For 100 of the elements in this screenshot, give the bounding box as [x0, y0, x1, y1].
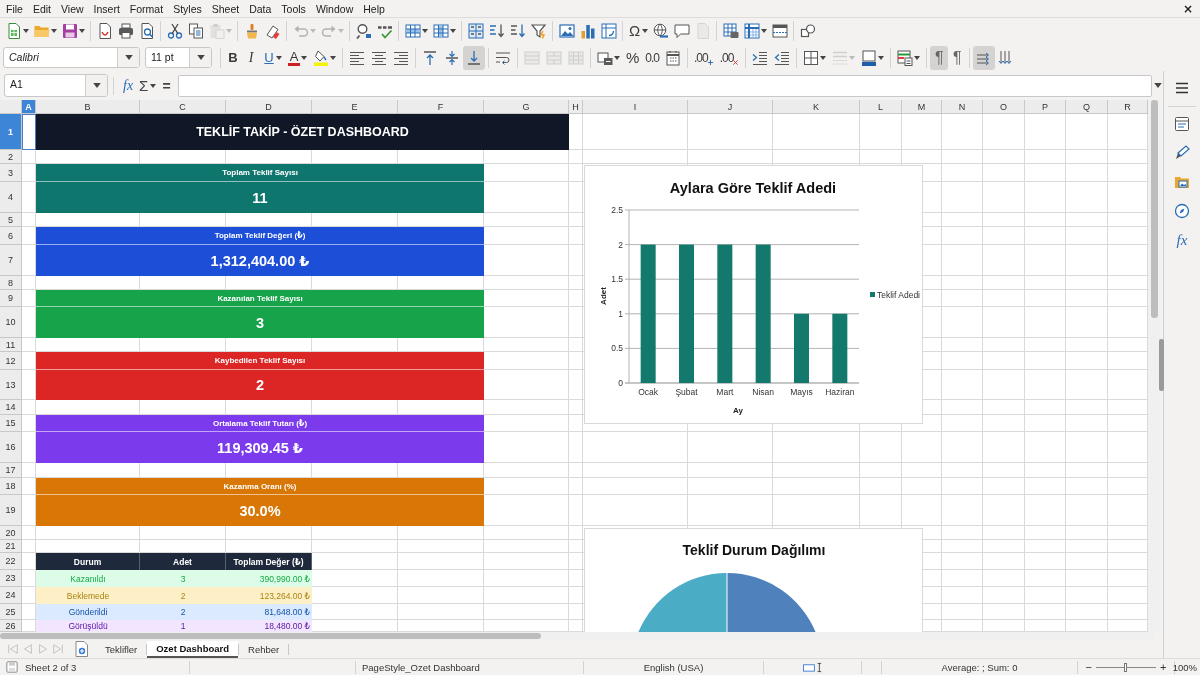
sheet-tab[interactable]: Ozet Dashboard	[147, 640, 239, 658]
column-header[interactable]: N	[942, 100, 983, 114]
sidebar-handle[interactable]	[1159, 339, 1164, 391]
row-header[interactable]: 3	[0, 164, 22, 182]
category-label: Mart	[716, 387, 734, 397]
row-header[interactable]: 18	[0, 478, 22, 495]
row-header[interactable]: 21	[0, 540, 22, 553]
column-header[interactable]: I	[583, 100, 688, 114]
row-header[interactable]: 6	[0, 227, 22, 245]
menu-item[interactable]: Format	[124, 0, 169, 17]
special-character-button[interactable]: Ω	[626, 19, 650, 43]
sheet-tab[interactable]: Teklifler	[96, 641, 147, 657]
menu-item[interactable]: Window	[310, 0, 359, 17]
font-size-field[interactable]: 11 pt	[145, 47, 212, 68]
menu-item[interactable]: View	[56, 0, 89, 17]
window-icon	[771, 23, 788, 39]
column-header[interactable]: C	[140, 100, 226, 114]
caret-icon	[124, 55, 133, 60]
menu-item[interactable]: Tools	[276, 0, 311, 17]
scrollbar-thumb[interactable]	[0, 633, 541, 639]
row-header[interactable]: 4	[0, 182, 22, 213]
right-to-left-button[interactable]: ¶	[948, 45, 967, 70]
selection-mode-icon[interactable]	[802, 661, 823, 673]
row-header[interactable]: 22	[0, 553, 22, 570]
row-header[interactable]: 23	[0, 570, 22, 587]
font-name-field[interactable]: Calibri	[3, 47, 140, 68]
font-color-button[interactable]: A	[285, 45, 310, 70]
text-horizontal-button[interactable]	[973, 45, 996, 70]
column-header[interactable]: M	[902, 100, 942, 114]
left-to-right-button[interactable]: ¶	[930, 45, 949, 70]
menu-item[interactable]: Insert	[88, 0, 125, 17]
row-header[interactable]: 7	[0, 245, 22, 276]
column-header[interactable]: R	[1108, 100, 1148, 114]
add-decimal-button[interactable]: .00	[691, 45, 717, 70]
row-header[interactable]: 11	[0, 338, 22, 352]
slider-thumb[interactable]	[1124, 662, 1127, 672]
number-button[interactable]: 0.0	[642, 45, 663, 70]
bold-button[interactable]: B	[224, 45, 242, 70]
column-header[interactable]: D	[226, 100, 312, 114]
caret-icon	[914, 55, 921, 60]
row-header[interactable]: 17	[0, 463, 22, 478]
row-header[interactable]: 8	[0, 276, 22, 290]
row-header[interactable]: 10	[0, 307, 22, 338]
add-sheet-button[interactable]	[74, 641, 90, 657]
row-header[interactable]: 26	[0, 620, 22, 632]
column-header[interactable]: O	[983, 100, 1025, 114]
formula-input[interactable]	[177, 74, 1152, 97]
zoom-out-button[interactable]: −	[1084, 661, 1093, 673]
column-header[interactable]: B	[36, 100, 140, 114]
sum-button[interactable]: Σ	[136, 74, 160, 97]
menu-item[interactable]: Edit	[27, 0, 56, 17]
column-header[interactable]: A	[22, 100, 36, 114]
kpi-label: Toplam Teklif Değeri (₺)	[36, 227, 484, 245]
row-header[interactable]: 20	[0, 526, 22, 540]
row-header[interactable]: 1	[0, 114, 22, 150]
caret-icon	[337, 29, 344, 33]
row-header[interactable]: 25	[0, 604, 22, 620]
formula-button[interactable]: =	[159, 74, 174, 97]
name-box[interactable]: A1	[4, 74, 108, 97]
column-header[interactable]: Q	[1066, 100, 1108, 114]
menu-item[interactable]: Styles	[168, 0, 207, 17]
scrollbar-thumb[interactable]	[1151, 100, 1158, 318]
menu-item[interactable]: Sheet	[206, 0, 245, 17]
row-header[interactable]: 9	[0, 290, 22, 307]
menu-item[interactable]: Data	[244, 0, 277, 17]
percent-button[interactable]: %	[623, 45, 643, 70]
row-header[interactable]: 14	[0, 400, 22, 415]
caret-icon	[449, 29, 456, 33]
dropdown-button[interactable]	[117, 48, 139, 67]
column-header[interactable]: J	[688, 100, 773, 114]
row-header[interactable]: 16	[0, 432, 22, 463]
column-header[interactable]: G	[484, 100, 569, 114]
copy-icon	[187, 23, 204, 39]
row-header[interactable]: 19	[0, 495, 22, 526]
column-header[interactable]: P	[1025, 100, 1066, 114]
sort-ascending-icon	[488, 23, 505, 39]
dropdown-button[interactable]	[85, 75, 107, 96]
align-bottom-button[interactable]	[463, 45, 485, 70]
close-document-button[interactable]: ×	[1180, 1, 1195, 16]
row-header[interactable]: 24	[0, 587, 22, 604]
zoom-in-button[interactable]: +	[1159, 661, 1168, 673]
delete-decimal-button[interactable]: .00	[716, 45, 743, 70]
dropdown-button[interactable]	[189, 48, 211, 67]
row-header[interactable]: 5	[0, 213, 22, 227]
function-wizard-button[interactable]: fx	[120, 74, 137, 97]
functions-button[interactable]: fx	[1169, 227, 1195, 253]
row-header[interactable]: 2	[0, 150, 22, 164]
italic-button[interactable]: I	[242, 45, 260, 70]
column-header[interactable]: F	[398, 100, 484, 114]
row-header[interactable]: 12	[0, 352, 22, 370]
row-header[interactable]: 15	[0, 415, 22, 432]
menu-item[interactable]: Help	[358, 0, 390, 17]
column-header[interactable]: E	[312, 100, 398, 114]
menu-item[interactable]: File	[1, 0, 28, 17]
column-header[interactable]: K	[773, 100, 860, 114]
column-header[interactable]: H	[569, 100, 583, 114]
column-header[interactable]: L	[860, 100, 902, 114]
sheet-tab[interactable]: Rehber	[239, 641, 289, 657]
row-header[interactable]: 13	[0, 370, 22, 400]
underline-button[interactable]: U	[260, 45, 285, 70]
